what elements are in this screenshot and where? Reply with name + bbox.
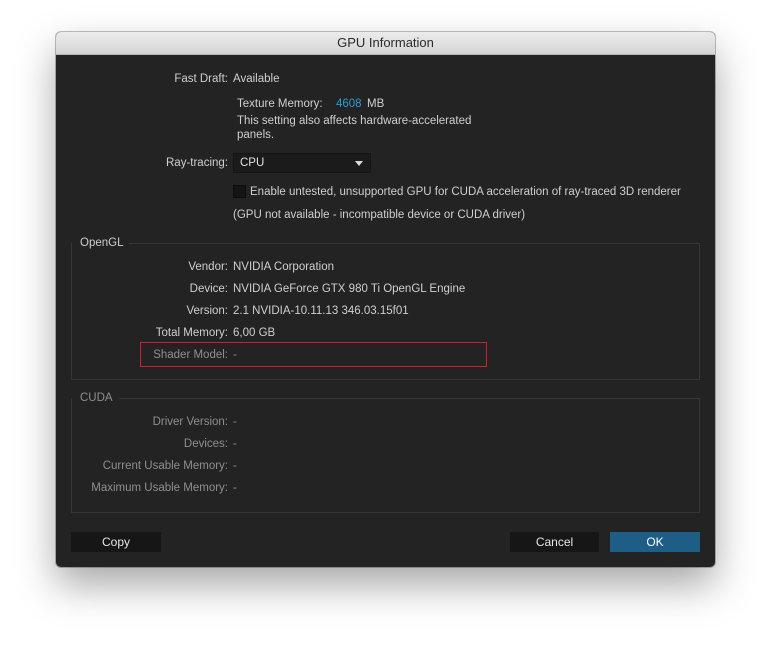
- opengl-device-label: Device:: [189, 283, 228, 295]
- copy-button[interactable]: Copy: [71, 532, 161, 552]
- texture-note-line1: This setting also affects hardware-accel…: [237, 115, 472, 127]
- gpu-information-dialog: GPU Information Fast Draft: Available Te…: [56, 32, 715, 567]
- texture-memory-label: Texture Memory:: [237, 98, 323, 110]
- ok-button[interactable]: OK: [610, 532, 700, 552]
- cuda-current-usable-memory-value: -: [233, 460, 237, 472]
- opengl-total-memory-label: Total Memory:: [155, 327, 228, 339]
- cuda-devices-label: Devices:: [183, 438, 228, 450]
- ray-tracing-label: Ray-tracing:: [166, 157, 228, 169]
- untested-gpu-checkbox[interactable]: [233, 185, 246, 198]
- opengl-version-value: 2.1 NVIDIA-10.11.13 346.03.15f01: [233, 305, 409, 317]
- cuda-maximum-usable-memory-value: -: [233, 482, 237, 494]
- texture-note-line2: panels.: [237, 129, 275, 141]
- cuda-driver-version-value: -: [233, 416, 237, 428]
- fast-draft-label: Fast Draft:: [174, 73, 228, 85]
- fast-draft-value: Available: [233, 73, 280, 85]
- gpu-status-note: (GPU not available - incompatible device…: [233, 209, 526, 221]
- opengl-device-value: NVIDIA GeForce GTX 980 Ti OpenGL Engine: [233, 283, 466, 295]
- opengl-vendor-label: Vendor:: [188, 261, 228, 273]
- cuda-driver-version-label: Driver Version:: [152, 416, 228, 428]
- ray-tracing-selected: CPU: [240, 157, 265, 169]
- opengl-total-memory-value: 6,00 GB: [233, 327, 276, 339]
- ray-tracing-dropdown[interactable]: CPU: [233, 153, 371, 173]
- opengl-group-title: OpenGL: [72, 236, 130, 250]
- cuda-devices-value: -: [233, 438, 237, 450]
- cuda-group-title: CUDA: [72, 391, 119, 405]
- texture-memory-unit: MB: [367, 98, 385, 110]
- chevron-down-icon: [355, 161, 363, 166]
- opengl-version-label: Version:: [186, 305, 228, 317]
- cuda-maximum-usable-memory-label: Maximum Usable Memory:: [91, 482, 228, 494]
- cuda-current-usable-memory-label: Current Usable Memory:: [102, 460, 228, 472]
- texture-memory-input[interactable]: 4608: [336, 97, 362, 111]
- dialog-title: GPU Information: [56, 32, 715, 55]
- opengl-vendor-value: NVIDIA Corporation: [233, 261, 334, 273]
- cancel-button[interactable]: Cancel: [510, 532, 599, 552]
- shader-model-highlight-box: [140, 342, 487, 367]
- untested-gpu-checkbox-label[interactable]: Enable untested, unsupported GPU for CUD…: [250, 185, 681, 199]
